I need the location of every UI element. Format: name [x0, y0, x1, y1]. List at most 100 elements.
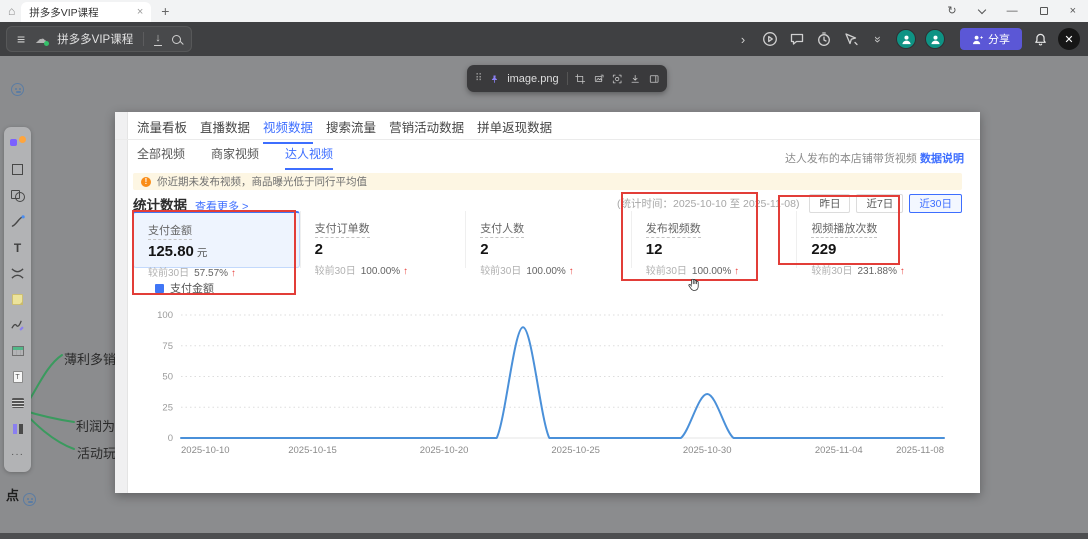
chevron-down-icon[interactable] — [977, 5, 985, 13]
tab-live-data[interactable]: 直播数据 — [200, 117, 250, 144]
tool-panel: T T ··· — [4, 127, 31, 472]
share-label: 分享 — [988, 31, 1010, 47]
cloud-sync-icon: ☁ — [35, 32, 47, 46]
close-session-button[interactable]: ✕ — [1058, 28, 1080, 50]
emoji-sticker[interactable] — [23, 493, 36, 506]
pen-icon[interactable] — [9, 316, 27, 334]
svg-text:2025-10-15: 2025-10-15 — [288, 445, 337, 456]
up-arrow-icon: ↑ — [403, 266, 408, 277]
templates-icon[interactable] — [9, 135, 27, 153]
note-row: 达人发布的本店铺带货视频 数据说明 — [785, 150, 964, 166]
divider — [143, 32, 144, 46]
annotation-box-published-videos — [621, 192, 758, 281]
new-tab-button[interactable]: + — [161, 3, 169, 19]
play-presentation-icon[interactable] — [761, 30, 779, 48]
annotation-box-payment — [132, 210, 296, 295]
warning-text: 你近期未发布视频，商品曝光低于同行平均值 — [157, 174, 367, 189]
minimize-button[interactable]: — — [1007, 6, 1018, 17]
laser-pointer-icon[interactable] — [842, 30, 860, 48]
tab-traffic-board[interactable]: 流量看板 — [137, 117, 187, 144]
svg-text:75: 75 — [162, 341, 173, 352]
document-controls: ≡ ☁ 拼多多VIP课程 ↓ — [6, 26, 192, 52]
connector-icon[interactable] — [9, 213, 27, 231]
note-text: 达人发布的本店铺带货视频 — [785, 153, 917, 165]
tab-search-traffic[interactable]: 搜索流量 — [326, 117, 376, 144]
share-button[interactable]: 分享 — [960, 28, 1022, 50]
comment-icon[interactable] — [788, 30, 806, 48]
tab-marketing-data[interactable]: 营销活动数据 — [389, 117, 464, 144]
hand-cursor — [686, 277, 701, 297]
download-icon[interactable]: ↓ — [154, 32, 162, 45]
tab-group-rebate-data[interactable]: 拼单返现数据 — [477, 117, 552, 144]
app-toolbar: ≡ ☁ 拼多多VIP课程 ↓ › » — [0, 22, 1088, 56]
sticky-note-icon[interactable] — [9, 290, 27, 308]
close-button[interactable]: × — [1070, 6, 1076, 17]
download-image-icon[interactable] — [630, 72, 640, 86]
subtab-merchant-videos[interactable]: 商家视频 — [211, 145, 259, 170]
mindmap-node[interactable]: 薄利多销 — [64, 349, 116, 368]
svg-text:2025-11-04: 2025-11-04 — [815, 445, 863, 456]
replace-image-icon[interactable] — [594, 72, 604, 86]
dashboard-image[interactable]: 流量看板 直播数据 视频数据 搜索流量 营销活动数据 拼单返现数据 全部视频 商… — [115, 112, 980, 493]
emoji-sticker[interactable] — [11, 83, 24, 96]
card-compare: 较前30日 — [480, 266, 521, 277]
window-titlebar: ⌂ 拼多多VIP课程 × + ↻ — × — [0, 0, 1088, 22]
svg-text:2025-11-08: 2025-11-08 — [896, 445, 944, 456]
subtab-all-videos[interactable]: 全部视频 — [137, 145, 185, 170]
toolbar-right: › » 分享 — [734, 28, 1080, 50]
up-arrow-icon: ↑ — [569, 266, 574, 277]
image-toolbar: ⠿ image.png — [467, 65, 667, 92]
card-payment-orders[interactable]: 支付订单数 2 较前30日100.00% ↑ — [300, 211, 466, 268]
svg-text:2025-10-10: 2025-10-10 — [181, 445, 230, 456]
open-panel-icon[interactable] — [649, 72, 659, 86]
mindmap-tool-icon[interactable] — [9, 265, 27, 283]
screen: ⌂ 拼多多VIP课程 × + ↻ — × ≡ ☁ 拼多多VIP课程 ↓ › — [0, 0, 1088, 539]
card-compare: 较前30日 — [811, 266, 852, 277]
payment-line-chart: 02550751002025-10-102025-10-152025-10-20… — [133, 298, 962, 470]
crop-icon[interactable] — [575, 72, 585, 86]
annotation-box-video-plays — [778, 195, 900, 265]
collaborator-avatar[interactable] — [896, 29, 916, 49]
browser-tab[interactable]: 拼多多VIP课程 × — [21, 2, 151, 22]
columns-icon[interactable] — [9, 420, 27, 438]
menu-icon[interactable]: ≡ — [17, 31, 25, 47]
document-title: 拼多多VIP课程 — [57, 31, 133, 47]
svg-text:2025-10-20: 2025-10-20 — [420, 445, 469, 456]
zoom-fit-icon[interactable] — [612, 72, 622, 86]
more-tools-icon[interactable]: ··· — [9, 446, 27, 464]
maximize-button[interactable] — [1040, 7, 1048, 15]
tab-close-icon[interactable]: × — [137, 6, 143, 18]
warning-bar: ! 你近期未发布视频，商品曝光低于同行平均值 — [133, 173, 962, 190]
document-icon[interactable]: T — [9, 368, 27, 386]
table-icon[interactable] — [9, 342, 27, 360]
frame-icon[interactable] — [9, 161, 27, 179]
reload-icon[interactable]: ↻ — [947, 6, 956, 17]
warning-icon: ! — [141, 177, 151, 187]
card-label: 支付人数 — [480, 220, 524, 238]
card-payment-users[interactable]: 支付人数 2 较前30日100.00% ↑ — [465, 211, 631, 268]
expand-arrow-icon[interactable]: › — [734, 30, 752, 48]
pin-icon[interactable] — [490, 73, 499, 85]
list-icon[interactable] — [9, 394, 27, 412]
text-tool-icon[interactable]: T — [9, 239, 27, 257]
main-tabs: 流量看板 直播数据 视频数据 搜索流量 营销活动数据 拼单返现数据 — [137, 117, 552, 144]
shapes-icon[interactable] — [9, 187, 27, 205]
card-percent: 100.00% — [361, 266, 400, 277]
divider — [567, 72, 568, 85]
notification-bell-icon[interactable] — [1031, 30, 1049, 48]
svg-text:100: 100 — [157, 310, 173, 321]
search-icon[interactable] — [172, 35, 181, 44]
collapse-chevrons-icon[interactable]: » — [869, 30, 887, 48]
card-label: 支付订单数 — [315, 220, 370, 238]
timer-icon[interactable] — [815, 30, 833, 48]
drag-handle-icon[interactable]: ⠿ — [475, 73, 482, 84]
window-controls: ↻ — × — [947, 6, 1076, 17]
tab-video-data[interactable]: 视频数据 — [263, 117, 313, 144]
card-value: 2 — [480, 241, 488, 258]
home-icon[interactable]: ⌂ — [8, 5, 15, 17]
subtab-influencer-videos[interactable]: 达人视频 — [285, 145, 333, 170]
collaborator-avatar[interactable] — [925, 29, 945, 49]
data-explanation-link[interactable]: 数据说明 — [920, 153, 964, 165]
svg-text:0: 0 — [168, 433, 173, 444]
canvas-text-corner[interactable]: 点 — [6, 485, 19, 504]
